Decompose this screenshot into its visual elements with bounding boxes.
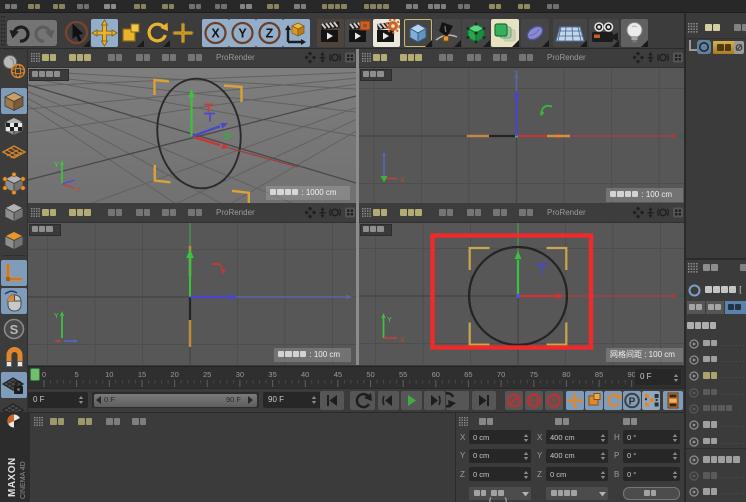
svg-text:15: 15 [138,370,146,379]
svg-text:85: 85 [595,370,603,379]
svg-text:Y: Y [387,317,392,324]
svg-text:Y: Y [54,313,59,320]
svg-text:60: 60 [432,370,440,379]
svg-text:10: 10 [105,370,113,379]
svg-text:75: 75 [530,370,538,379]
svg-text:35: 35 [268,370,276,379]
svg-text:P: P [629,397,636,408]
svg-text:0: 0 [42,370,46,379]
svg-text:25: 25 [203,370,211,379]
svg-text:45: 45 [334,370,342,379]
svg-text:CINEMA 4D: CINEMA 4D [20,461,27,499]
svg-text:S: S [10,322,19,337]
svg-text:Y: Y [54,162,59,169]
svg-text:5: 5 [75,370,79,379]
svg-text:Z: Z [266,27,274,41]
svg-text:30: 30 [236,370,244,379]
svg-text:?: ? [551,396,557,406]
svg-text:40: 40 [301,370,309,379]
svg-text:80: 80 [562,370,570,379]
svg-text:X: X [76,187,81,194]
svg-text:X: X [400,337,405,344]
svg-text:X: X [211,27,220,41]
svg-text:70: 70 [497,370,505,379]
svg-text:MAXON: MAXON [7,457,18,497]
svg-text:50: 50 [366,370,374,379]
svg-text:X: X [400,177,405,184]
svg-text:55: 55 [399,370,407,379]
svg-text:Y: Y [238,27,247,41]
svg-text:65: 65 [464,370,472,379]
svg-text:20: 20 [170,370,178,379]
